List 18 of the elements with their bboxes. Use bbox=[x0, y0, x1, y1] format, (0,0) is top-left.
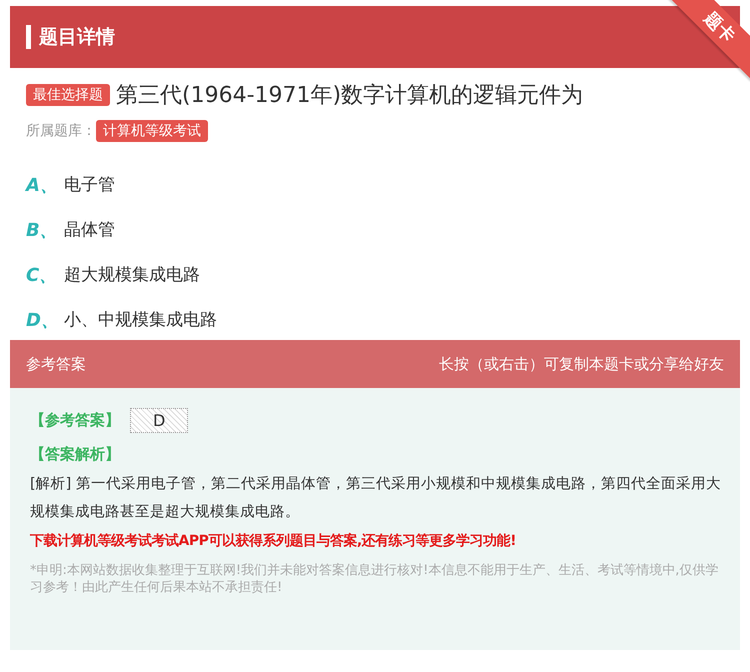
question-type-badge: 最佳选择题 bbox=[26, 84, 110, 106]
answer-option[interactable]: A、 电子管 bbox=[26, 162, 724, 207]
answer-option[interactable]: D、 小、中规模集成电路 bbox=[26, 297, 724, 342]
app-promo-text: 下载计算机等级考试考试APP可以获得系列题目与答案,还有练习等更多学习功能! bbox=[30, 532, 518, 550]
question-bank-label: 所属题库： bbox=[26, 122, 96, 140]
question-bank-tag[interactable]: 计算机等级考试 bbox=[96, 120, 208, 142]
title-marker bbox=[26, 25, 31, 49]
answer-value-image: D bbox=[130, 408, 188, 433]
analysis-label: 【答案解析】 bbox=[30, 445, 121, 464]
question-text: 第三代(1964-1971年)数字计算机的逻辑元件为 bbox=[116, 82, 584, 110]
analysis-text: [解析] 第一代采用电子管，第二代采用晶体管，第三代采用小规模和中规模集成电路，第四代全面采用大规模集成电路甚至是超大规模集成电路。 bbox=[30, 475, 722, 522]
disclaimer-text: *申明:本网站数据收集整理于互联网!我们并未能对答案信息进行核对!本信息不能用于生产、生活、考试等情境中,仅供学习参考！由此产生任何后果本站不承担责任! bbox=[30, 562, 720, 596]
answer-option[interactable]: C、 超大规模集成电路 bbox=[26, 252, 724, 297]
header-title: 题目详情 bbox=[39, 25, 115, 50]
share-hint: 长按（或右击）可复制本题卡或分享给好友 bbox=[439, 354, 724, 374]
answer-header-title: 参考答案 bbox=[26, 354, 86, 374]
answer-label: 【参考答案】 bbox=[30, 411, 120, 430]
answer-option[interactable]: B、 晶体管 bbox=[26, 207, 724, 252]
